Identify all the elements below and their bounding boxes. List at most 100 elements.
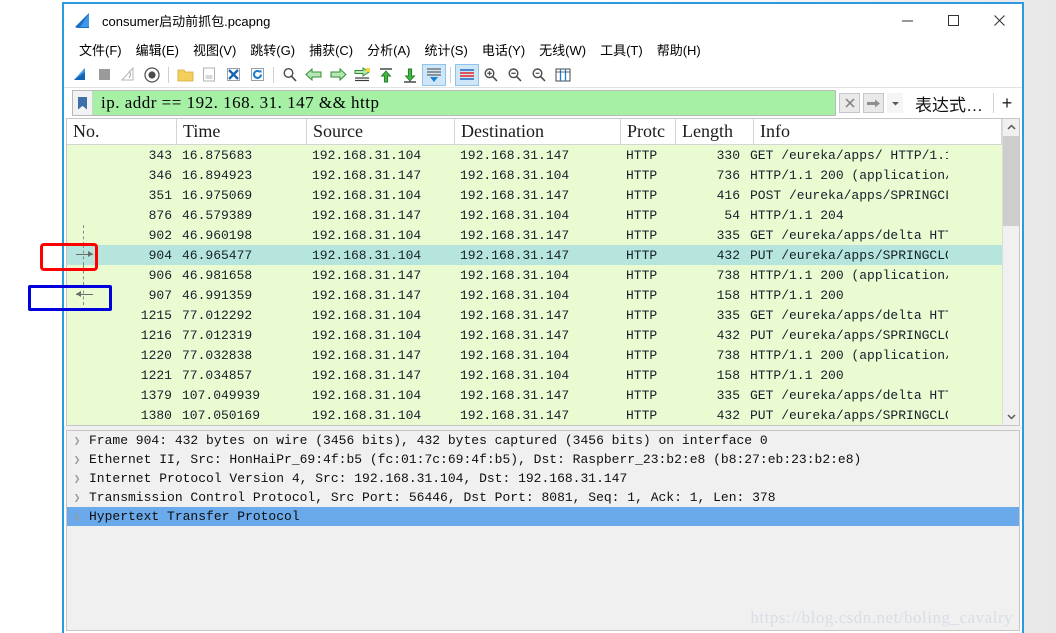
go-back-icon[interactable] bbox=[302, 64, 326, 86]
detail-row-text: Ethernet II, Src: HonHaiPr_69:4f:b5 (fc:… bbox=[89, 452, 862, 467]
menu-help[interactable]: 帮助(H) bbox=[650, 37, 708, 62]
packet-row[interactable]: 1216 77.012319 192.168.31.104 192.168.31.14… bbox=[67, 325, 1002, 345]
packet-time: 77.032838 bbox=[182, 347, 253, 363]
menu-tools[interactable]: 工具(T) bbox=[593, 37, 650, 62]
filter-field-container bbox=[72, 90, 836, 116]
stream-marker-icon bbox=[72, 365, 93, 385]
packet-row[interactable]: 906 46.981658 192.168.31.147 192.168.31.104… bbox=[67, 265, 1002, 285]
column-header-no[interactable]: No. bbox=[67, 119, 177, 144]
add-filter-button[interactable]: + bbox=[994, 91, 1020, 115]
filter-expression-button[interactable]: 表达式… bbox=[905, 91, 993, 116]
packet-row[interactable]: 1379 107.049939 192.168.31.104 192.168.31.1… bbox=[67, 385, 1002, 405]
packet-list-scrollbar[interactable] bbox=[1002, 119, 1019, 425]
open-file-icon[interactable] bbox=[173, 64, 197, 86]
start-capture-icon[interactable] bbox=[68, 64, 92, 86]
packet-row[interactable]: 904 46.965477 192.168.31.104 192.168.31.147… bbox=[67, 245, 1002, 265]
detail-tree-row[interactable]: ❯ Frame 904: 432 bytes on wire (3456 bits… bbox=[67, 431, 1019, 450]
packet-destination: 192.168.31.147 bbox=[460, 307, 570, 323]
column-header-length[interactable]: Length bbox=[676, 119, 754, 144]
column-header-protocol[interactable]: Protc bbox=[621, 119, 676, 144]
detail-tree-row[interactable]: ❯ Internet Protocol Version 4, Src: 192.1… bbox=[67, 469, 1019, 488]
go-to-first-icon[interactable] bbox=[374, 64, 398, 86]
close-file-icon[interactable] bbox=[221, 64, 245, 86]
scrollbar-track[interactable] bbox=[1003, 136, 1019, 408]
packet-row[interactable]: 1215 77.012292 192.168.31.104 192.168.31.14… bbox=[67, 305, 1002, 325]
chevron-right-icon[interactable]: ❯ bbox=[67, 453, 87, 467]
column-header-destination[interactable]: Destination bbox=[455, 119, 621, 144]
maximize-button[interactable] bbox=[930, 4, 976, 36]
chevron-right-icon[interactable]: ❯ bbox=[67, 434, 87, 448]
reload-file-icon[interactable] bbox=[245, 64, 269, 86]
capture-options-icon[interactable] bbox=[140, 64, 164, 86]
stream-marker-icon bbox=[72, 345, 93, 365]
menu-wireless[interactable]: 无线(W) bbox=[532, 37, 593, 62]
zoom-in-icon[interactable] bbox=[479, 64, 503, 86]
packet-destination: 192.168.31.104 bbox=[460, 207, 570, 223]
packet-row[interactable]: 902 46.960198 192.168.31.104 192.168.31.147… bbox=[67, 225, 1002, 245]
chevron-right-icon[interactable]: ❯ bbox=[67, 472, 87, 486]
chevron-right-icon[interactable]: ❯ bbox=[67, 491, 87, 505]
menu-go[interactable]: 跳转(G) bbox=[243, 37, 302, 62]
chevron-down-icon[interactable] bbox=[887, 93, 903, 113]
packet-info: HTTP/1.1 200 bbox=[750, 287, 844, 303]
scroll-down-icon[interactable] bbox=[1003, 408, 1019, 425]
packet-protocol: HTTP bbox=[626, 387, 658, 403]
packet-row[interactable]: 1220 77.032838 192.168.31.147 192.168.31.10… bbox=[67, 345, 1002, 365]
apply-filter-icon[interactable] bbox=[863, 93, 884, 113]
auto-scroll-icon[interactable] bbox=[422, 63, 446, 86]
packet-source: 192.168.31.147 bbox=[312, 267, 422, 283]
menu-view[interactable]: 视图(V) bbox=[186, 37, 243, 62]
packet-detail-pane[interactable]: ❯ Frame 904: 432 bytes on wire (3456 bits… bbox=[66, 430, 1020, 631]
bookmark-icon[interactable] bbox=[73, 91, 93, 115]
packet-detail-tree[interactable]: ❯ Frame 904: 432 bytes on wire (3456 bits… bbox=[67, 431, 1019, 526]
packet-protocol: HTTP bbox=[626, 327, 658, 343]
column-header-info[interactable]: Info bbox=[754, 119, 1002, 144]
menu-capture[interactable]: 捕获(C) bbox=[302, 37, 360, 62]
restart-capture-icon[interactable] bbox=[116, 64, 140, 86]
menu-file[interactable]: 文件(F) bbox=[72, 37, 129, 62]
menu-telephony[interactable]: 电话(Y) bbox=[475, 37, 532, 62]
menu-statistics[interactable]: 统计(S) bbox=[417, 37, 474, 62]
packet-protocol: HTTP bbox=[626, 207, 658, 223]
resize-columns-icon[interactable] bbox=[551, 64, 575, 86]
packet-time: 46.981658 bbox=[182, 267, 253, 283]
display-filter-input[interactable] bbox=[93, 91, 835, 115]
zoom-out-icon[interactable] bbox=[503, 64, 527, 86]
packet-row[interactable]: 1380 107.050169 192.168.31.104 192.168.31.1… bbox=[67, 405, 1002, 425]
minimize-button[interactable] bbox=[884, 4, 930, 36]
packet-row[interactable]: 907 46.991359 192.168.31.147 192.168.31.104… bbox=[67, 285, 1002, 305]
go-to-packet-icon[interactable] bbox=[350, 64, 374, 86]
go-forward-icon[interactable] bbox=[326, 64, 350, 86]
stop-capture-icon[interactable] bbox=[92, 64, 116, 86]
scrollbar-thumb[interactable] bbox=[1003, 136, 1019, 226]
go-to-last-icon[interactable] bbox=[398, 64, 422, 86]
packet-no: 1380 bbox=[140, 407, 172, 423]
zoom-reset-icon[interactable] bbox=[527, 64, 551, 86]
detail-tree-row[interactable]: ❯ Transmission Control Protocol, Src Port… bbox=[67, 488, 1019, 507]
packet-row[interactable]: 876 46.579389 192.168.31.147 192.168.31.104… bbox=[67, 205, 1002, 225]
find-packet-icon[interactable] bbox=[278, 64, 302, 86]
packet-destination: 192.168.31.104 bbox=[460, 167, 570, 183]
toolbar-separator bbox=[450, 66, 451, 83]
packet-no: 1379 bbox=[140, 387, 172, 403]
scroll-up-icon[interactable] bbox=[1003, 119, 1019, 136]
packet-destination: 192.168.31.147 bbox=[460, 147, 570, 163]
menu-edit[interactable]: 编辑(E) bbox=[129, 37, 186, 62]
colorize-icon[interactable] bbox=[455, 63, 479, 86]
packet-length: 416 bbox=[716, 187, 740, 203]
packet-list-body[interactable]: 343 16.875683 192.168.31.104 192.168.31.147… bbox=[67, 145, 1002, 425]
clear-filter-icon[interactable] bbox=[839, 93, 860, 113]
packet-protocol: HTTP bbox=[626, 347, 658, 363]
packet-row[interactable]: 343 16.875683 192.168.31.104 192.168.31.147… bbox=[67, 145, 1002, 165]
packet-row[interactable]: 346 16.894923 192.168.31.147 192.168.31.104… bbox=[67, 165, 1002, 185]
detail-tree-row[interactable]: ❯ Ethernet II, Src: HonHaiPr_69:4f:b5 (fc… bbox=[67, 450, 1019, 469]
column-header-source[interactable]: Source bbox=[307, 119, 455, 144]
save-file-icon[interactable] bbox=[197, 64, 221, 86]
packet-row[interactable]: 1221 77.034857 192.168.31.147 192.168.31.10… bbox=[67, 365, 1002, 385]
chevron-right-icon[interactable]: ❯ bbox=[67, 510, 87, 524]
close-button[interactable] bbox=[976, 4, 1022, 36]
packet-row[interactable]: 351 16.975069 192.168.31.104 192.168.31.147… bbox=[67, 185, 1002, 205]
detail-tree-row[interactable]: ❯ Hypertext Transfer Protocol bbox=[67, 507, 1019, 526]
column-header-time[interactable]: Time bbox=[177, 119, 307, 144]
menu-analyze[interactable]: 分析(A) bbox=[360, 37, 417, 62]
